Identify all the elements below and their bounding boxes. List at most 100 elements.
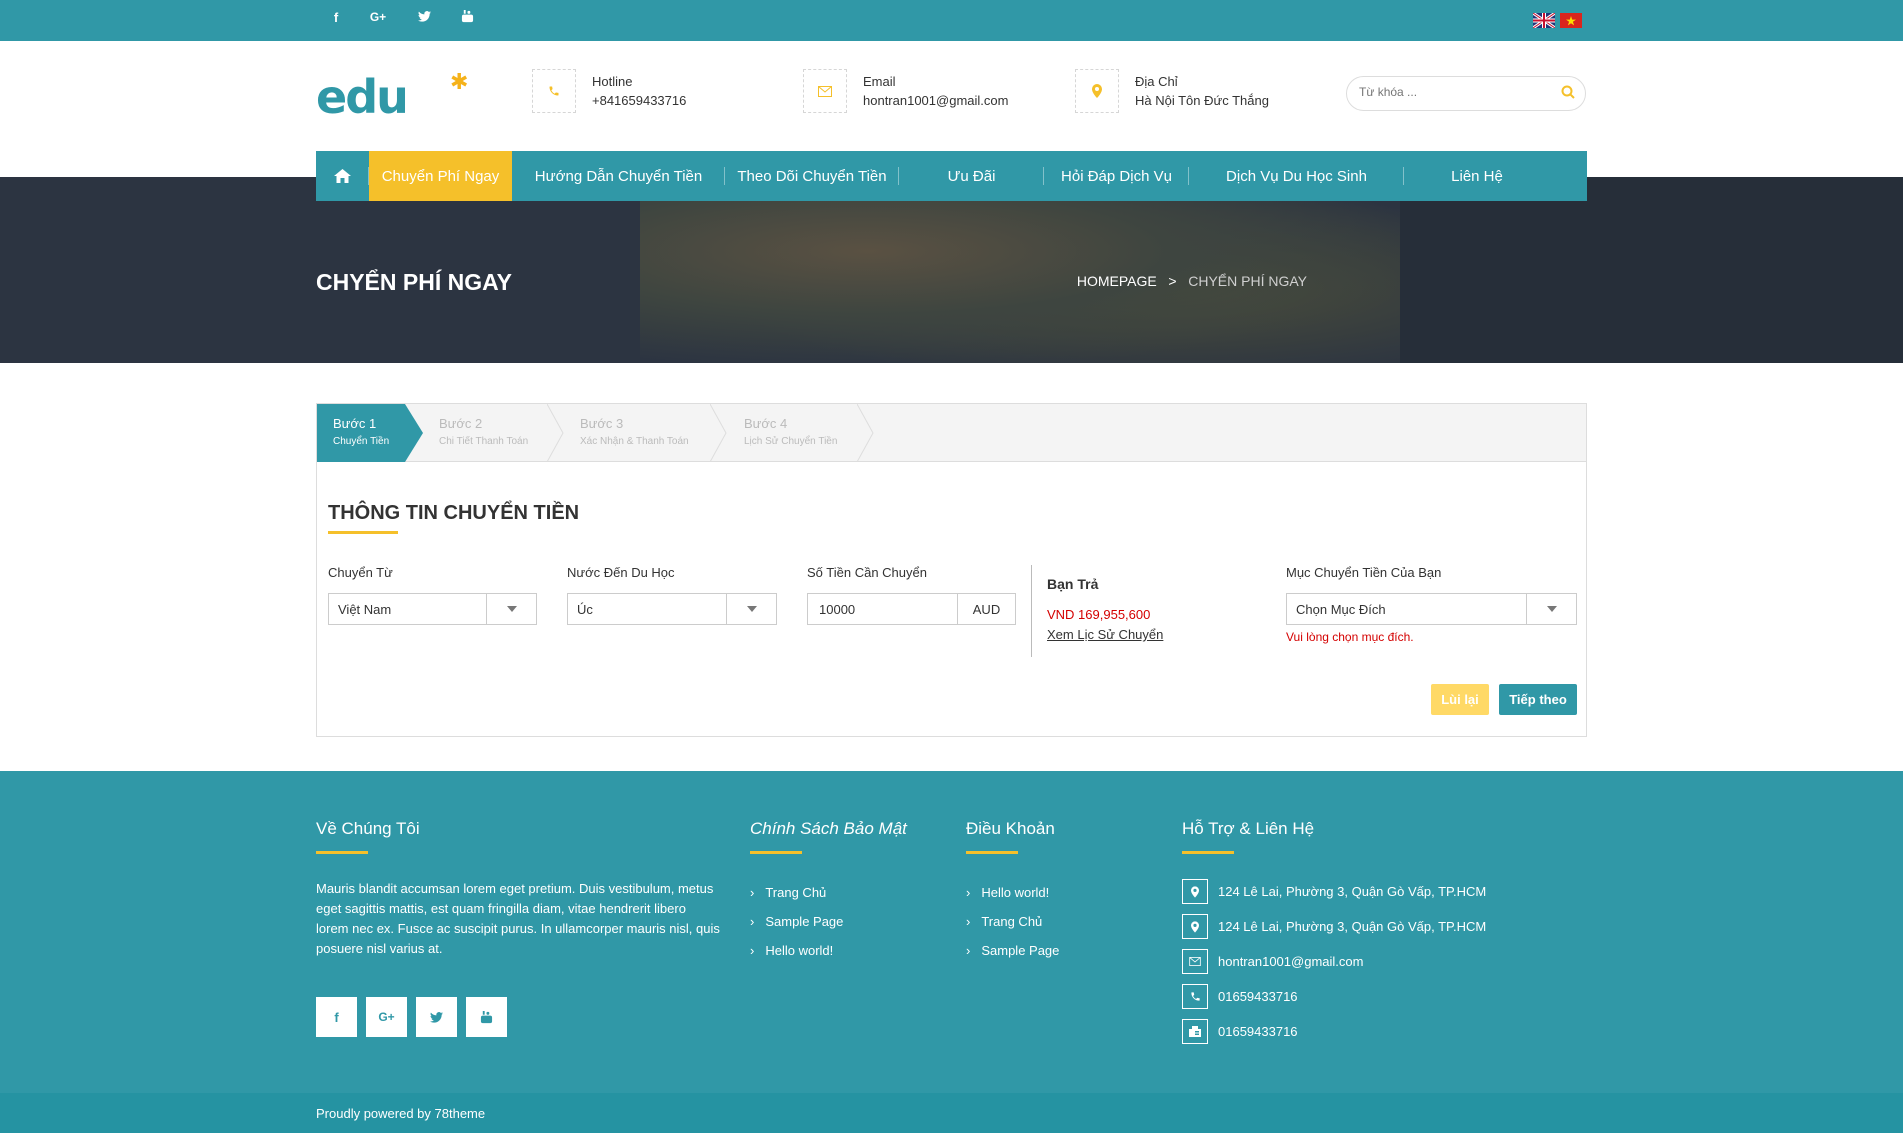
step-1[interactable]: Bước 1 Chuyển Tiền [317,404,405,462]
about-underline [316,851,368,854]
privacy-underline [750,851,802,854]
contact-address-2-text: 124 Lê Lai, Phường 3, Quận Gò Vấp, TP.HC… [1218,919,1487,934]
amount-value: 10000 [819,602,856,617]
terms-link-1[interactable]: › Hello world! [966,885,1049,900]
banner-shade [1400,177,1903,363]
chevron-down-icon [486,594,536,624]
map-marker-icon [1075,69,1119,113]
chevron-right-icon: › [750,914,755,929]
map-marker-icon [1182,879,1208,904]
uk-flag-icon[interactable] [1532,11,1556,30]
hotline-value: +841659433716 [592,93,687,108]
footer-bottom-bar: Proudly powered by 78theme [0,1093,1903,1133]
envelope-icon [1182,949,1208,974]
address-value: Hà Nội Tôn Đức Thắng [1135,93,1269,108]
breadcrumb-current: CHYỂN PHÍ NGAY [1188,273,1307,289]
search-box [1346,76,1586,111]
chevron-right-icon: › [966,914,971,929]
purpose-value: Chọn Mục Đích [1296,602,1386,617]
privacy-link-1-label: Trang Chủ [765,885,827,900]
privacy-title: Chính Sách Bảo Mật [750,819,907,838]
step-1-title: Bước 1 [333,416,377,431]
page-banner: CHYỂN PHÍ NGAY HOMEPAGE > CHYỂN PHÍ NGAY [0,177,1903,363]
from-country-value: Việt Nam [338,602,392,617]
chevron-down-icon [726,594,776,624]
purpose-select[interactable]: Chọn Mục Đích [1286,593,1577,625]
terms-link-2[interactable]: › Trang Chủ [966,914,1042,929]
terms-underline [966,851,1018,854]
nav-item-student-services[interactable]: Dịch Vụ Du Học Sinh [1189,151,1404,201]
contact-address-1: 124 Lê Lai, Phường 3, Quận Gò Vấp, TP.HC… [1182,879,1486,904]
contact-email-text[interactable]: hontran1001@gmail.com [1218,954,1363,969]
nav-item-transfer-now[interactable]: Chuyển Phí Ngay [369,151,512,201]
search-icon[interactable] [1561,85,1575,102]
contact-fax-text: 01659433716 [1218,1024,1298,1039]
form-heading: THÔNG TIN CHUYỂN TIỀN [328,502,580,524]
step-3[interactable]: Bước 3 Xác Nhận & Thanh Toán [564,404,704,462]
amount-field[interactable]: 10000 AUD [807,593,1016,625]
search-input[interactable] [1359,85,1549,99]
youtube-icon[interactable] [466,997,507,1037]
facebook-icon[interactable]: f [326,10,346,25]
nav-item-faq[interactable]: Hỏi Đáp Dịch Vụ [1044,151,1189,201]
step-2-sub: Chi Tiết Thanh Toán [439,436,529,447]
step-1-sub: Chuyển Tiền [333,436,390,447]
breadcrumb-separator: > [1168,273,1177,289]
from-country-select[interactable]: Việt Nam [328,593,537,625]
you-pay-value: VND 169,955,600 [1047,607,1151,622]
map-marker-icon [1182,914,1208,939]
twitter-icon[interactable] [414,10,434,25]
contact-phone-text: 01659433716 [1218,989,1298,1004]
email-label: Email [863,74,896,89]
transfer-panel: Bước 1 Chuyển Tiền Bước 2 Chi Tiết Thanh… [316,403,1587,737]
terms-link-3-label: Sample Page [981,943,1060,958]
nav-item-offers[interactable]: Ưu Đãi [899,151,1044,201]
support-underline [1182,851,1234,854]
chevron-right-icon: › [750,885,755,900]
edupay-logo[interactable]: eduPAY [316,70,1071,258]
step-3-sub: Xác Nhận & Thanh Toán [580,436,689,447]
banner-image [640,177,1400,363]
step-2[interactable]: Bước 2 Chi Tiết Thanh Toán [423,404,533,462]
from-country-label: Chuyển Từ [328,565,393,580]
contact-fax: 01659433716 [1182,1019,1298,1044]
google-plus-icon[interactable]: G+ [366,997,407,1037]
breadcrumb-home[interactable]: HOMEPAGE [1077,273,1157,289]
amount-label: Số Tiền Cần Chuyển [807,565,927,580]
terms-link-3[interactable]: › Sample Page [966,943,1059,958]
divider [1031,565,1032,657]
heading-underline [328,531,398,534]
destination-select[interactable]: Úc [567,593,777,625]
back-button[interactable]: Lùi lại [1431,684,1489,715]
nav-item-contact[interactable]: Liên Hệ [1404,151,1550,201]
home-icon [334,169,351,183]
privacy-link-2[interactable]: › Sample Page [750,914,843,929]
twitter-icon[interactable] [416,997,457,1037]
privacy-link-3-label: Hello world! [765,943,834,958]
support-title: Hỗ Trợ & Liên Hệ [1182,819,1315,838]
google-plus-icon[interactable]: G+ [368,10,388,24]
step-wizard: Bước 1 Chuyển Tiền Bước 2 Chi Tiết Thanh… [317,404,1586,462]
you-pay-label: Bạn Trả [1047,576,1099,592]
next-button[interactable]: Tiếp theo [1499,684,1577,715]
nav-item-guide[interactable]: Hướng Dẫn Chuyển Tiền [512,151,725,201]
step-2-title: Bước 2 [439,416,483,431]
history-link[interactable]: Xem Lịc Sử Chuyển [1047,627,1163,642]
privacy-link-1[interactable]: › Trang Chủ [750,885,826,900]
facebook-icon[interactable]: f [316,997,357,1037]
chevron-right-icon: › [966,885,971,900]
nav-home[interactable] [316,151,369,201]
privacy-link-3[interactable]: › Hello world! [750,943,833,958]
step-4[interactable]: Bước 4 Lịch Sử Chuyển Tiền [728,404,858,462]
phone-icon [532,69,576,113]
step-4-sub: Lịch Sử Chuyển Tiền [744,436,838,447]
chevron-right-icon: › [966,943,971,958]
destination-label: Nước Đến Du Học [567,565,675,580]
terms-link-2-label: Trang Chủ [981,914,1043,929]
vietnam-flag-icon[interactable] [1560,13,1582,28]
terms-title: Điều Khoản [966,819,1055,838]
youtube-icon[interactable] [457,10,477,26]
nav-item-tracking[interactable]: Theo Dõi Chuyển Tiền [725,151,899,201]
copyright-text: Proudly powered by 78theme [316,1106,486,1121]
step-4-title: Bước 4 [744,416,788,431]
